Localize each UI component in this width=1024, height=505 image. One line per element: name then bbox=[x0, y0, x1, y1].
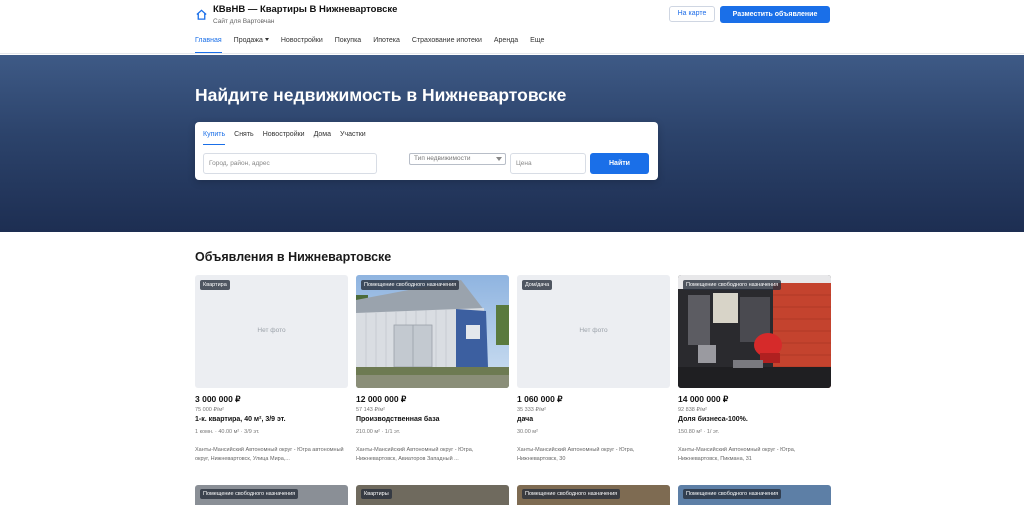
price-per-meter: 57 143 ₽/м² bbox=[356, 407, 385, 413]
no-photo-label: Нет фото bbox=[579, 327, 608, 334]
post-listing-button[interactable]: Разместить объявление bbox=[720, 6, 830, 23]
site-title: КВвНВ — Квартиры В Нижневартовске bbox=[213, 4, 398, 15]
property-type-label: Тип недвижимости bbox=[414, 155, 471, 162]
listing-card[interactable]: Помещение свободного назначения bbox=[195, 485, 348, 505]
listing-card[interactable]: Помещение свободного назначения bbox=[517, 485, 670, 505]
tab-rent[interactable]: Снять bbox=[234, 131, 254, 145]
category-badge: Квартира bbox=[200, 280, 230, 290]
nav-rent[interactable]: Аренда bbox=[494, 37, 518, 53]
listings-title: Объявления в Нижневартовске bbox=[195, 250, 392, 264]
listing-card[interactable]: Квартира Нет фото 3 000 000 ₽ 75 000 ₽/м… bbox=[195, 275, 348, 464]
listing-card[interactable]: Помещение свободного назначения bbox=[678, 485, 831, 505]
warehouse-photo bbox=[356, 275, 509, 388]
tab-buy[interactable]: Купить bbox=[203, 131, 226, 145]
listing-price: 14 000 000 ₽ bbox=[678, 394, 729, 404]
listing-meta: 150.80 м² · 1/ эт. bbox=[678, 429, 720, 435]
listing-photo-placeholder: Квартира Нет фото bbox=[195, 275, 348, 388]
listing-address: Ханты-Мансийский Автономный округ - Югра… bbox=[517, 447, 635, 462]
nav-new-buildings[interactable]: Новостройки bbox=[281, 37, 323, 53]
site-header: КВвНВ — Квартиры В Нижневартовске Сайт д… bbox=[0, 0, 1024, 54]
site-subtitle: Сайт для Вартовчан bbox=[213, 18, 275, 25]
listing-photo: Помещение свободного назначения bbox=[356, 275, 509, 388]
salon-photo bbox=[678, 275, 831, 388]
chevron-down-icon bbox=[264, 38, 269, 41]
find-button[interactable]: Найти bbox=[590, 153, 649, 174]
no-photo-label: Нет фото bbox=[257, 327, 286, 334]
listing-address: Ханты-Мансийский Автономный округ - Югра… bbox=[356, 447, 474, 462]
category-badge: Дом/дача bbox=[522, 280, 553, 290]
listing-title[interactable]: 1-к. квартира, 40 м², 3/9 эт. bbox=[195, 416, 348, 423]
tab-new-buildings[interactable]: Новостройки bbox=[263, 131, 305, 145]
tab-plots[interactable]: Участки bbox=[340, 131, 366, 145]
price-per-meter: 35 333 ₽/м² bbox=[517, 407, 546, 413]
listing-meta: 1 комн. · 40.00 м² · 3/9 эт. bbox=[195, 429, 260, 435]
listing-title[interactable]: Доля бизнеса-100%. bbox=[678, 416, 831, 423]
location-input[interactable]: Город, район, адрес bbox=[203, 153, 377, 174]
search-tabs: Купить Снять Новостройки Дома Участки bbox=[203, 131, 375, 145]
price-per-meter: 75 000 ₽/м² bbox=[195, 407, 224, 413]
search-panel: Купить Снять Новостройки Дома Участки Го… bbox=[195, 122, 658, 180]
listing-card[interactable]: Дом/дача Нет фото 1 060 000 ₽ 35 333 ₽/м… bbox=[517, 275, 670, 464]
listing-price: 1 060 000 ₽ bbox=[517, 394, 563, 404]
listing-photo: Помещение свободного назначения bbox=[678, 275, 831, 388]
listing-title[interactable]: дача bbox=[517, 416, 670, 423]
chevron-down-icon bbox=[496, 157, 502, 161]
nav-sale[interactable]: Продажа bbox=[234, 37, 269, 53]
category-badge: Помещение свободного назначения bbox=[522, 489, 621, 499]
listing-price: 3 000 000 ₽ bbox=[195, 394, 241, 404]
hero-title: Найдите недвижимость в Нижневартовске bbox=[195, 85, 567, 105]
tab-houses[interactable]: Дома bbox=[314, 131, 331, 145]
hero-banner: Найдите недвижимость в Нижневартовске Ку… bbox=[0, 55, 1024, 232]
category-badge: Помещение свободного назначения bbox=[200, 489, 299, 499]
brand[interactable]: КВвНВ — Квартиры В Нижневартовске Сайт д… bbox=[195, 4, 397, 27]
category-badge: Помещение свободного назначения bbox=[683, 280, 782, 290]
category-badge: Помещение свободного назначения bbox=[361, 280, 460, 290]
listing-title[interactable]: Производственная база bbox=[356, 416, 509, 423]
nav-mortgage-insurance[interactable]: Страхование ипотеки bbox=[412, 37, 482, 53]
nav-mortgage[interactable]: Ипотека bbox=[373, 37, 400, 53]
nav-purchase[interactable]: Покупка bbox=[335, 37, 361, 53]
property-type-select[interactable]: Тип недвижимости bbox=[409, 153, 506, 165]
listing-card[interactable]: Помещение свободного назначения 14 000 0… bbox=[678, 275, 831, 464]
listing-meta: 210.00 м² · 1/1 эт. bbox=[356, 429, 401, 435]
price-per-meter: 92 838 ₽/м² bbox=[678, 407, 707, 413]
listing-address: Ханты-Мансийский Автономный округ - Югра… bbox=[195, 447, 344, 462]
home-icon bbox=[196, 9, 207, 20]
listing-card[interactable]: Квартиры bbox=[356, 485, 509, 505]
category-badge: Квартиры bbox=[361, 489, 392, 499]
main-nav: Главная Продажа Новостройки Покупка Ипот… bbox=[195, 37, 556, 53]
price-input[interactable]: Цена bbox=[510, 153, 586, 174]
listing-price: 12 000 000 ₽ bbox=[356, 394, 407, 404]
listing-address: Ханты-Мансийский Автономный округ - Югра… bbox=[678, 447, 796, 462]
category-badge: Помещение свободного назначения bbox=[683, 489, 782, 499]
listing-card[interactable]: Помещение свободного назначения 12 000 0… bbox=[356, 275, 509, 464]
map-button[interactable]: На карте bbox=[669, 6, 715, 22]
listing-photo-placeholder: Дом/дача Нет фото bbox=[517, 275, 670, 388]
nav-more[interactable]: Еще bbox=[530, 37, 544, 53]
nav-home[interactable]: Главная bbox=[195, 37, 222, 53]
listing-meta: 30.00 м² bbox=[517, 429, 538, 435]
